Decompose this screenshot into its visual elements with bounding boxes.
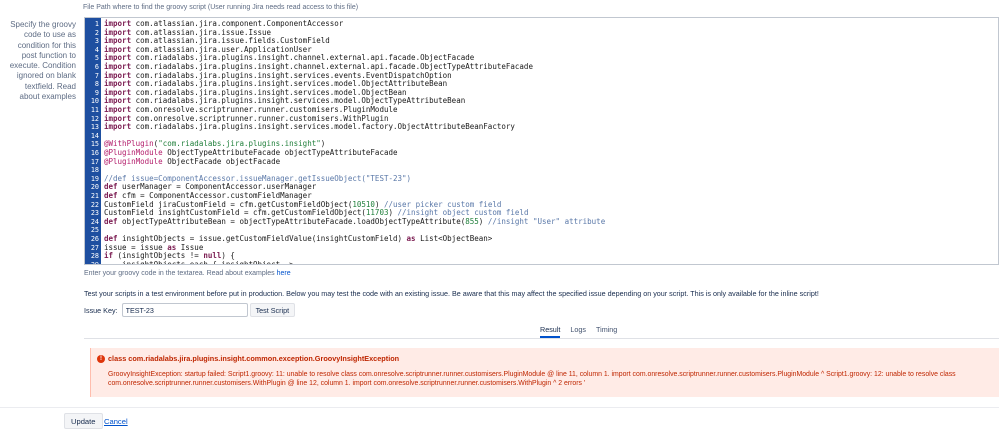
line-number: 5: [94, 54, 99, 63]
test-script-button[interactable]: Test Script: [249, 303, 296, 317]
code-line: 24 def objectTypeAttributeBean = objectTy…: [85, 216, 998, 227]
result-tabs: Result Logs Timing: [540, 325, 627, 338]
code-token: ObjectFacade objectFacade: [162, 156, 281, 166]
line-number: 25: [90, 226, 99, 235]
code-token: insightObjects.each { insightObject ->: [104, 259, 294, 265]
code-line: 13 import com.riadalabs.jira.plugins.insi…: [85, 122, 998, 132]
line-number: 3: [94, 37, 99, 46]
line-number: 20: [90, 183, 99, 192]
line-number: 29: [90, 260, 99, 265]
tab-result[interactable]: Result: [540, 325, 561, 338]
line-number: 11: [90, 106, 99, 114]
line-number: 22: [90, 200, 99, 209]
issue-key-row: Issue Key: Test Script: [84, 303, 296, 317]
code-hint-text: Enter your groovy code in the textarea. …: [84, 270, 277, 277]
line-number: 6: [94, 63, 99, 71]
groovy-code-editor[interactable]: 1 import com.atlassian.jira.component.Com…: [84, 17, 999, 265]
line-number: 16: [90, 149, 99, 157]
tab-timing[interactable]: Timing: [596, 325, 617, 338]
code-token: com.riadalabs.jira.plugins.insight.servi…: [131, 122, 515, 132]
line-number: 19: [90, 174, 99, 183]
line-number: 24: [90, 217, 99, 226]
line-number: 13: [90, 123, 99, 132]
line-number: 28: [90, 252, 99, 261]
code-token: objectTypeAttributeBean = objectTypeAttr…: [117, 216, 466, 226]
error-details: GroovyInsightException: startup failed: …: [108, 371, 956, 387]
issue-key-input[interactable]: [121, 303, 248, 317]
code-token: //insight "User" attribute: [487, 216, 606, 226]
code-token: def: [104, 216, 118, 226]
line-number: 10: [90, 97, 99, 106]
cancel-link[interactable]: Cancel: [104, 417, 128, 426]
footer-divider: [0, 407, 999, 408]
code-text: @PluginModule ObjectFacade objectFacade: [104, 156, 281, 167]
line-number: 7: [94, 71, 99, 80]
code-token: import: [104, 122, 132, 132]
line-number: 12: [90, 114, 99, 123]
line-number: 23: [90, 209, 99, 218]
line-number: 8: [94, 80, 99, 89]
code-token: as: [406, 234, 416, 243]
line-number: 1: [94, 20, 99, 28]
code-token: ): [478, 216, 488, 226]
error-icon: !: [97, 355, 105, 363]
line-number: 21: [90, 192, 99, 200]
examples-link[interactable]: here: [277, 270, 291, 277]
line-number: 9: [94, 88, 99, 97]
line-number: 17: [90, 157, 99, 166]
line-number: 15: [90, 140, 99, 149]
code-text: def objectTypeAttributeBean = objectType…: [104, 216, 606, 227]
code-token: List<ObjectBean>: [415, 234, 493, 243]
code-line: 29 insightObjects.each { insightObject -…: [85, 259, 998, 265]
code-text: insightObjects.each { insightObject ->: [104, 259, 294, 265]
issue-key-label: Issue Key:: [84, 305, 118, 315]
update-button[interactable]: Update: [64, 413, 103, 429]
error-message-box: ! class com.riadalabs.jira.plugins.insig…: [90, 348, 999, 397]
code-text: import com.riadalabs.jira.plugins.insigh…: [104, 122, 515, 132]
line-number: 14: [90, 131, 99, 140]
file-path-hint: File Path where to find the groovy scrip…: [83, 4, 359, 11]
line-number: 4: [94, 45, 99, 54]
code-line: 26 def insightObjects = issue.getCustomFi…: [85, 234, 998, 244]
code-token: 855: [465, 216, 479, 226]
line-number: 18: [90, 166, 99, 175]
test-description: Test your scripts in a test environment …: [84, 289, 819, 298]
error-title: class com.riadalabs.jira.plugins.insight…: [108, 354, 400, 363]
line-number: 26: [90, 235, 99, 243]
tabs-divider: [84, 338, 999, 339]
condition-help-text: Specify the groovy code to use as condit…: [9, 20, 76, 102]
code-token: @PluginModule: [104, 156, 163, 166]
line-number: 27: [90, 243, 99, 252]
code-hint: Enter your groovy code in the textarea. …: [84, 270, 291, 277]
line-number: 2: [94, 28, 99, 37]
code-line: 17 @PluginModule ObjectFacade objectFacad…: [85, 156, 998, 167]
tab-logs[interactable]: Logs: [570, 325, 586, 338]
